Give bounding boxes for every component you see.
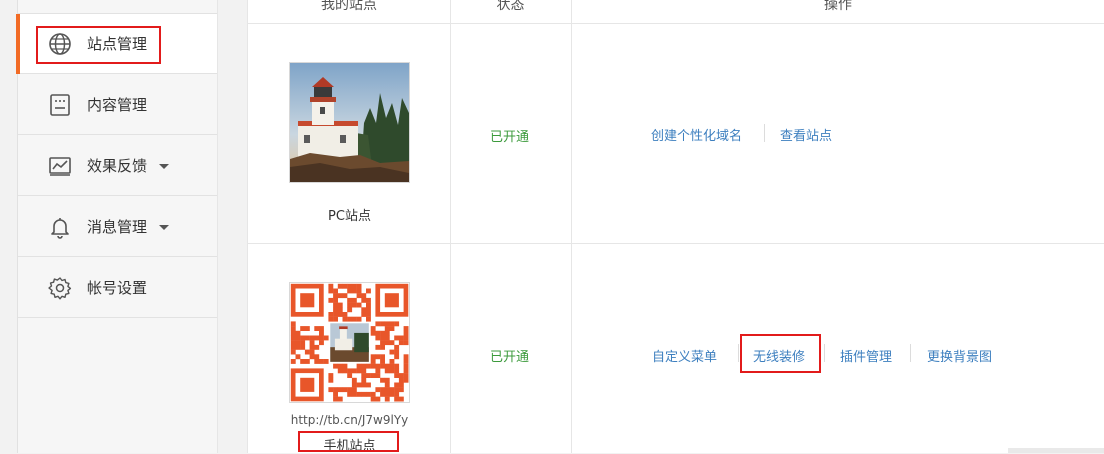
- header-status: 状态: [496, 0, 525, 13]
- highlight-box-site-management: [36, 26, 161, 64]
- highlight-box-wireless-decoration: [740, 334, 821, 373]
- link-separator: [910, 344, 911, 362]
- change-background-link[interactable]: 更换背景图: [927, 346, 992, 365]
- sidebar-item-account-settings[interactable]: 帐号设置: [18, 258, 217, 318]
- highlight-box-mobile-site: [298, 431, 399, 452]
- mobile-site-url[interactable]: http://tb.cn/J7w9lYy: [279, 413, 420, 427]
- link-separator: [764, 124, 765, 142]
- document-icon: [50, 94, 70, 116]
- plugin-management-link[interactable]: 插件管理: [840, 346, 892, 365]
- sidebar-item-label: 帐号设置: [87, 279, 148, 297]
- qrcode-image: [290, 283, 409, 402]
- chart-icon: [49, 157, 71, 176]
- sidebar: 站点管理 内容管理 效果反馈 消息管理 帐号设置: [16, 0, 218, 453]
- column-divider: [450, 0, 451, 453]
- site-table: 我的站点 状态 操作 PC站点 已开通 创建个性化域名 查看站点 http://…: [247, 0, 1104, 454]
- sidebar-item-message-management[interactable]: 消息管理: [18, 197, 217, 257]
- row-divider: [248, 243, 1104, 244]
- header-my-site: 我的站点: [321, 0, 377, 13]
- left-edge: [0, 0, 17, 453]
- status-pc-site: 已开通: [490, 130, 530, 145]
- horizontal-scrollbar[interactable]: [1008, 448, 1104, 453]
- link-separator: [824, 344, 825, 362]
- sidebar-item-label: 消息管理: [87, 218, 148, 236]
- sidebar-item-effect-feedback[interactable]: 效果反馈: [18, 136, 217, 196]
- sidebar-top: [18, 0, 217, 14]
- sidebar-item-label: 内容管理: [87, 96, 148, 114]
- sidebar-item-content-management[interactable]: 内容管理: [18, 75, 217, 135]
- gear-icon: [48, 277, 72, 300]
- pc-site-thumbnail[interactable]: [289, 62, 410, 183]
- create-custom-domain-link[interactable]: 创建个性化域名: [651, 125, 742, 144]
- link-separator: [738, 344, 739, 362]
- lighthouse-image: [290, 63, 409, 182]
- chevron-down-icon: [159, 164, 169, 169]
- header-actions: 操作: [824, 0, 852, 13]
- sidebar-item-label: 效果反馈: [87, 157, 148, 175]
- chevron-down-icon: [159, 225, 169, 230]
- column-divider: [571, 0, 572, 453]
- custom-menu-link[interactable]: 自定义菜单: [652, 346, 717, 365]
- pc-site-caption: PC站点: [328, 209, 371, 224]
- table-header: 我的站点 状态 操作: [248, 0, 1104, 24]
- mobile-site-qrcode[interactable]: [289, 282, 410, 403]
- view-site-link[interactable]: 查看站点: [780, 125, 832, 144]
- active-indicator: [16, 14, 20, 74]
- status-mobile-site: 已开通: [490, 350, 530, 365]
- bell-icon: [51, 218, 69, 239]
